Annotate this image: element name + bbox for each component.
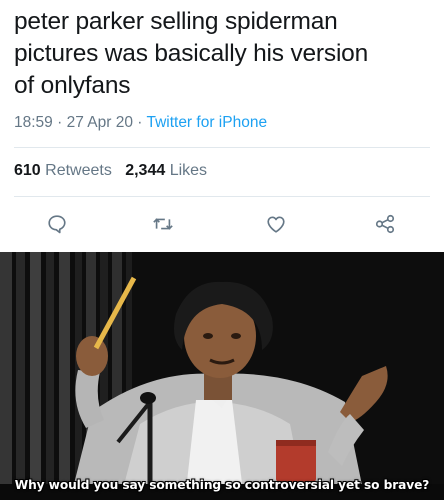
retweets-count: 610 <box>14 162 41 179</box>
retweet-button[interactable] <box>150 211 176 237</box>
likes-count: 2,344 <box>125 162 166 179</box>
tweet-time: 18:59 <box>14 114 53 131</box>
divider <box>14 196 430 197</box>
tweet-text: peter parker selling spiderman pictures … <box>14 6 434 102</box>
tweet-card: peter parker selling spiderman pictures … <box>0 0 444 250</box>
meme-illustration <box>0 252 444 500</box>
reply-icon <box>48 215 66 234</box>
tweet-actions <box>0 205 444 239</box>
tweet-source-link[interactable]: Twitter for iPhone <box>146 114 267 131</box>
likes-stat[interactable]: 2,344 Likes <box>125 162 207 179</box>
tweet-text-line: of onlyfans <box>14 72 131 99</box>
likes-label: Likes <box>169 162 208 179</box>
tweet-text-line: pictures was basically his version <box>14 40 369 67</box>
retweets-label: Retweets <box>45 162 112 179</box>
divider <box>14 147 430 148</box>
retweets-stat[interactable]: 610 Retweets <box>14 162 116 179</box>
like-button[interactable] <box>263 211 289 237</box>
tweet-meta: 18:59 · 27 Apr 20 · Twitter for iPhone <box>14 114 267 132</box>
share-button[interactable] <box>372 211 398 237</box>
like-icon <box>267 216 285 233</box>
tweet-stats: 610 Retweets 2,344 Likes <box>14 162 207 180</box>
meme-image: Why would you say something so controver… <box>0 252 444 500</box>
share-icon <box>375 214 395 234</box>
meta-separator: · <box>57 114 67 131</box>
tweet-text-line: peter parker selling spiderman <box>14 8 338 35</box>
reply-button[interactable] <box>44 211 70 237</box>
tweet-date: 27 Apr 20 <box>66 114 133 131</box>
retweet-icon <box>153 218 173 230</box>
meme-caption: Why would you say something so controver… <box>14 478 430 492</box>
